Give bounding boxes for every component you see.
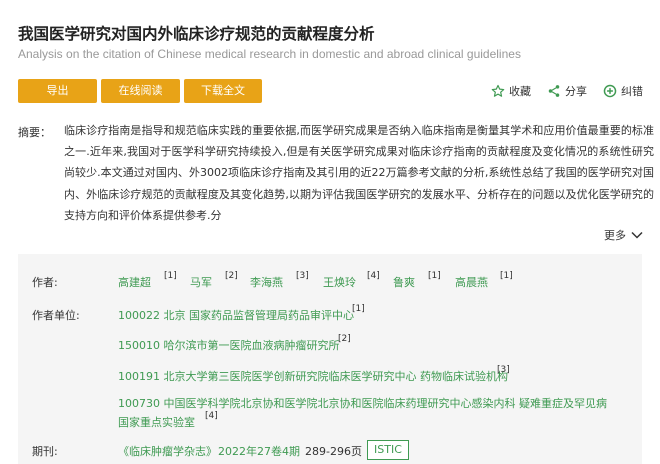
- unit-link[interactable]: 100022 北京 国家药品监督管理局药品审评中心: [118, 307, 354, 323]
- index-badge[interactable]: ISTIC: [367, 440, 409, 460]
- author-link[interactable]: 王焕玲: [323, 274, 356, 290]
- unit-link[interactable]: 100730 中国医学科学院北京协和医学院北京协和医院临床药理研究中心感染内科 …: [118, 395, 607, 411]
- journal-link[interactable]: 《临床肿瘤学杂志》: [118, 443, 217, 459]
- unit-ref: [2]: [338, 334, 351, 344]
- pages-text: 289-296页: [305, 445, 362, 458]
- share-icon: [547, 84, 561, 98]
- unit-link[interactable]: 150010 哈尔滨市第一医院血液病肿瘤研究所: [118, 337, 340, 353]
- units-label: 作者单位:: [32, 309, 80, 322]
- correct-icon: [603, 84, 617, 98]
- online-read-button[interactable]: 在线阅读: [101, 79, 180, 103]
- article-subtitle: Analysis on the citation of Chinese medi…: [18, 47, 521, 61]
- star-icon: [491, 84, 505, 98]
- author-link[interactable]: 高建超: [118, 274, 151, 290]
- unit-link[interactable]: 国家重点实验室: [118, 414, 195, 430]
- chevron-down-icon: [631, 229, 643, 242]
- share-button[interactable]: 分享: [547, 83, 587, 99]
- favorite-label: 收藏: [509, 85, 531, 98]
- author-ref: [3]: [296, 271, 309, 281]
- author-ref: [2]: [225, 271, 238, 281]
- unit-link[interactable]: 100191 北京大学第三医院医学创新研究院临床医学研究中心 药物临床试验机构: [118, 368, 508, 384]
- export-button[interactable]: 导出: [18, 79, 97, 103]
- article-title: 我国医学研究对国内外临床诊疗规范的贡献程度分析: [18, 25, 375, 43]
- favorite-button[interactable]: 收藏: [491, 83, 531, 99]
- author-ref: [1]: [428, 271, 441, 281]
- author-ref: [1]: [164, 271, 177, 281]
- unit-ref: [3]: [497, 365, 510, 375]
- correct-label: 纠错: [621, 85, 643, 98]
- author-link[interactable]: 马军: [190, 274, 212, 290]
- download-button[interactable]: 下载全文: [184, 79, 262, 103]
- journal-label: 期刊:: [32, 445, 58, 458]
- author-ref: [4]: [367, 271, 380, 281]
- more-toggle[interactable]: 更多: [604, 227, 643, 243]
- more-label: 更多: [604, 229, 626, 242]
- author-link[interactable]: 鲁爽: [393, 274, 415, 290]
- author-ref: [1]: [500, 271, 513, 281]
- author-link[interactable]: 高晨燕: [455, 274, 488, 290]
- article-info-panel: 作者: 高建超 [1] 马军 [2] 李海燕 [3] 王焕玲 [4] 鲁爽 [1…: [18, 254, 642, 464]
- share-label: 分享: [565, 85, 587, 98]
- unit-ref: [1]: [352, 304, 365, 314]
- correct-button[interactable]: 纠错: [603, 83, 643, 99]
- issue-link[interactable]: 2022年27卷4期: [218, 443, 300, 459]
- author-link[interactable]: 李海燕: [250, 274, 283, 290]
- unit-ref: [4]: [205, 411, 218, 421]
- abstract-text: 临床诊疗指南是指导和规范临床实践的重要依据,而医学研究成果是否纳入临床指南是衡量…: [64, 124, 654, 222]
- authors-label: 作者:: [32, 276, 58, 289]
- abstract-label: 摘要：: [18, 126, 51, 139]
